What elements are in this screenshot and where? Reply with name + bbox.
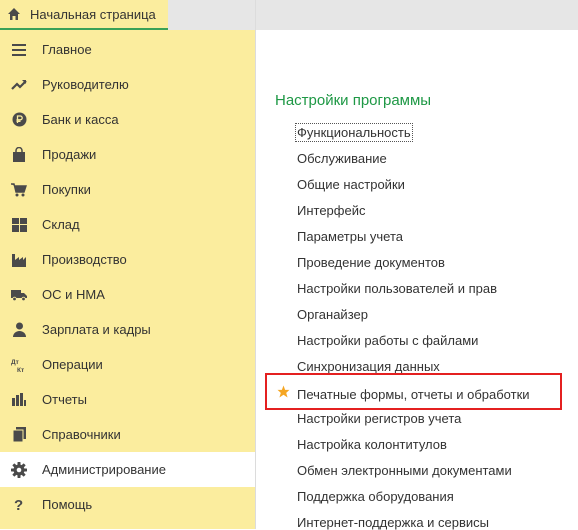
person-icon (11, 322, 27, 338)
sidebar-item-label: Справочники (42, 427, 121, 442)
sidebar-item-reports[interactable]: Отчеты (0, 382, 255, 417)
sidebar-item-bank[interactable]: Банк и касса (0, 102, 255, 137)
truck-icon (11, 287, 27, 303)
factory-icon (11, 252, 27, 268)
shopping-bag-icon (11, 147, 27, 163)
sidebar-item-label: Производство (42, 252, 127, 267)
sidebar-item-label: Главное (42, 42, 92, 57)
link-users-and-rights[interactable]: Настройки пользователей и прав (297, 281, 497, 296)
sidebar-item-catalogs[interactable]: Справочники (0, 417, 255, 452)
sidebar-item-help[interactable]: ? Помощь (0, 487, 255, 522)
sidebar-item-warehouse[interactable]: Склад (0, 207, 255, 242)
bar-chart-icon (11, 392, 27, 408)
sidebar-item-label: Банк и касса (42, 112, 119, 127)
star-icon[interactable] (277, 385, 290, 398)
panel-divider (255, 0, 256, 529)
cart-icon (11, 182, 27, 198)
sidebar-item-label: Помощь (42, 497, 93, 512)
debit-credit-icon: Дт Кт (11, 357, 27, 373)
tab-home-label: Начальная страница (30, 6, 156, 22)
question-icon: ? (11, 497, 27, 513)
sidebar-item-label: Зарплата и кадры (42, 322, 151, 337)
trend-icon (11, 77, 27, 93)
ruble-coin-icon (11, 112, 27, 128)
sidebar-item-operations[interactable]: Дт Кт Операции (0, 347, 255, 382)
link-general-settings[interactable]: Общие настройки (297, 177, 405, 192)
svg-text:?: ? (14, 497, 23, 512)
tab-bar: Начальная страница (0, 0, 578, 30)
link-internet-support[interactable]: Интернет-поддержка и сервисы (297, 515, 489, 530)
link-accounting-parameters[interactable]: Параметры учета (297, 229, 403, 244)
sidebar-item-main[interactable]: Главное (0, 32, 255, 67)
link-data-sync[interactable]: Синхронизация данных (297, 359, 440, 374)
home-icon (8, 8, 20, 20)
sidebar-item-label: Покупки (42, 182, 91, 197)
link-document-posting[interactable]: Проведение документов (297, 255, 445, 270)
link-headers-footers[interactable]: Настройка колонтитулов (297, 437, 447, 452)
link-print-forms-reports[interactable]: Печатные формы, отчеты и обработки (297, 387, 530, 402)
sidebar-item-director[interactable]: Руководителю (0, 67, 255, 102)
svg-text:Кт: Кт (17, 367, 24, 373)
link-file-settings[interactable]: Настройки работы с файлами (297, 333, 478, 348)
tab-home[interactable]: Начальная страница (0, 0, 168, 30)
link-register-settings[interactable]: Настройки регистров учета (297, 411, 461, 426)
sidebar-item-purchases[interactable]: Покупки (0, 172, 255, 207)
sidebar-item-label: Руководителю (42, 77, 129, 92)
link-organizer[interactable]: Органайзер (297, 307, 368, 322)
sidebar-item-label: ОС и НМА (42, 287, 105, 302)
link-edi-exchange[interactable]: Обмен электронными документами (297, 463, 512, 478)
gear-icon (11, 461, 27, 478)
books-icon (11, 427, 27, 443)
sidebar-item-label: Операции (42, 357, 103, 372)
sidebar-item-assets[interactable]: ОС и НМА (0, 277, 255, 312)
sidebar-item-label: Продажи (42, 147, 97, 162)
sidebar: Главное Руководителю Банк и касса Продаж… (0, 30, 255, 529)
sidebar-item-salary[interactable]: Зарплата и кадры (0, 312, 255, 347)
sidebar-item-label: Отчеты (42, 392, 87, 407)
link-equipment-support[interactable]: Поддержка оборудования (297, 489, 454, 504)
link-interface[interactable]: Интерфейс (297, 203, 365, 218)
sidebar-item-label: Склад (42, 217, 80, 232)
link-functionality[interactable]: Функциональность (295, 123, 413, 142)
menu-icon (11, 42, 27, 58)
section-title: Настройки программы (275, 92, 432, 109)
sidebar-item-administration[interactable]: Администрирование (0, 452, 255, 487)
warehouse-grid-icon (11, 217, 27, 233)
sidebar-item-sales[interactable]: Продажи (0, 137, 255, 172)
link-maintenance[interactable]: Обслуживание (297, 151, 387, 166)
sidebar-item-production[interactable]: Производство (0, 242, 255, 277)
svg-text:Дт: Дт (11, 359, 19, 366)
sidebar-item-label: Администрирование (42, 462, 166, 477)
